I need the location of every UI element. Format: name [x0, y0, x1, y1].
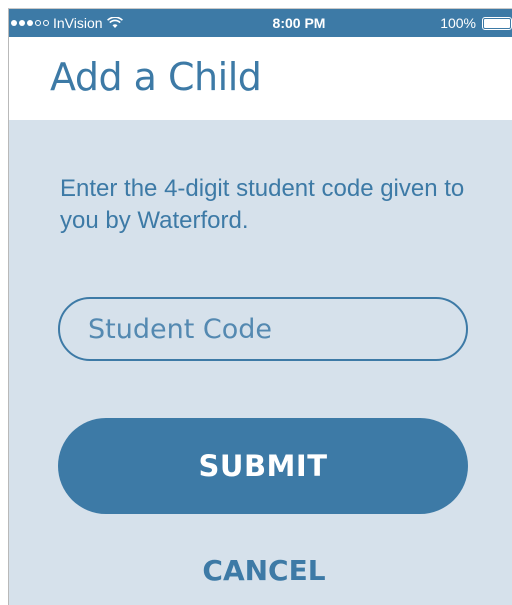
status-bar: InVision 8:00 PM 100% — [9, 9, 512, 37]
battery-fill — [484, 18, 510, 28]
carrier-name: InVision — [53, 15, 103, 31]
submit-button[interactable]: SUBMIT — [58, 418, 468, 514]
instructions-text: Enter the 4-digit student code given to … — [60, 175, 465, 234]
status-time: 8:00 PM — [272, 15, 326, 31]
signal-dot — [11, 20, 17, 26]
status-left: InVision — [11, 9, 123, 37]
signal-icon — [11, 20, 49, 26]
form-area: Enter the 4-digit student code given to … — [9, 120, 512, 605]
student-code-input[interactable] — [58, 297, 468, 361]
cancel-button[interactable]: CANCEL — [139, 545, 389, 595]
signal-dot — [27, 20, 33, 26]
battery-percent: 100% — [440, 15, 476, 31]
status-right: 100% — [440, 9, 512, 37]
app-screen: InVision 8:00 PM 100% Add a Child Enter … — [8, 8, 512, 605]
battery-icon — [482, 16, 512, 30]
header: Add a Child — [9, 37, 512, 120]
page-title: Add a Child — [50, 55, 262, 99]
wifi-icon — [106, 17, 123, 28]
signal-dot — [19, 20, 25, 26]
signal-dot — [43, 20, 49, 26]
signal-dot — [35, 20, 41, 26]
